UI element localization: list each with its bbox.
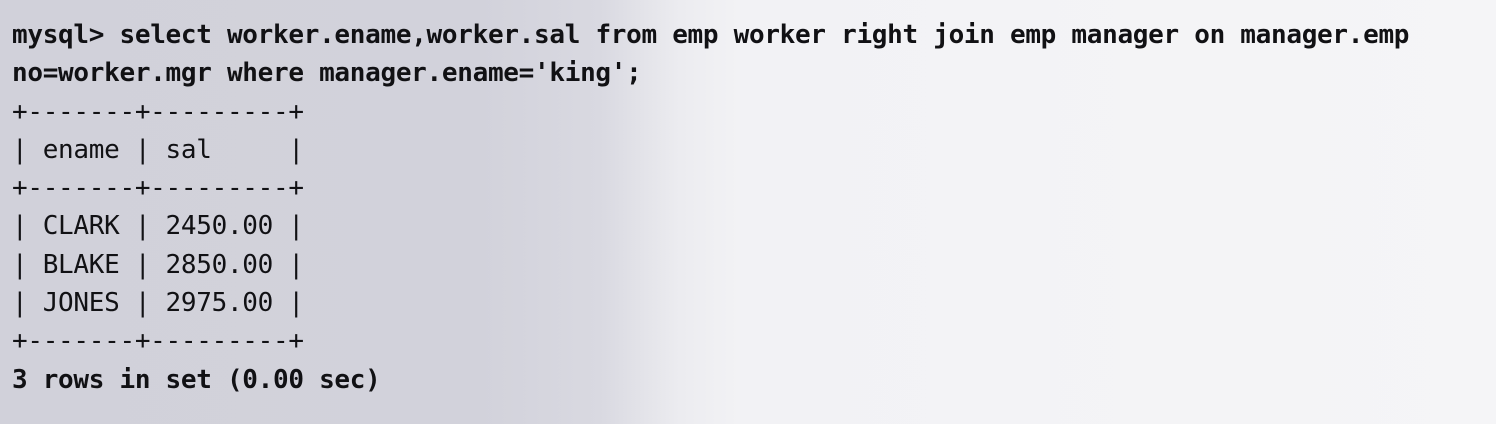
table-border-bottom: +-------+---------+: [12, 326, 304, 357]
table-border-mid: +-------+---------+: [12, 173, 304, 204]
table-row: | BLAKE | 2850.00 |: [12, 249, 304, 280]
table-row: | JONES | 2975.00 |: [12, 288, 304, 319]
command-line-1: mysql> select worker.ename,worker.sal fr…: [12, 16, 1488, 54]
mysql-prompt: mysql>: [12, 20, 120, 50]
table-row: | CLARK | 2450.00 |: [12, 211, 304, 242]
terminal-output[interactable]: mysql> select worker.ename,worker.sal fr…: [12, 16, 1488, 399]
result-table: +-------+---------+ | ename | sal | +---…: [12, 93, 1488, 361]
command-line-2: no=worker.mgr where manager.ename='king'…: [12, 58, 642, 89]
table-border-top: +-------+---------+: [12, 96, 304, 127]
table-header-row: | ename | sal |: [12, 134, 304, 165]
result-status: 3 rows in set (0.00 sec): [12, 364, 381, 395]
sql-command-part1: select worker.ename,worker.sal from emp …: [119, 20, 1410, 50]
